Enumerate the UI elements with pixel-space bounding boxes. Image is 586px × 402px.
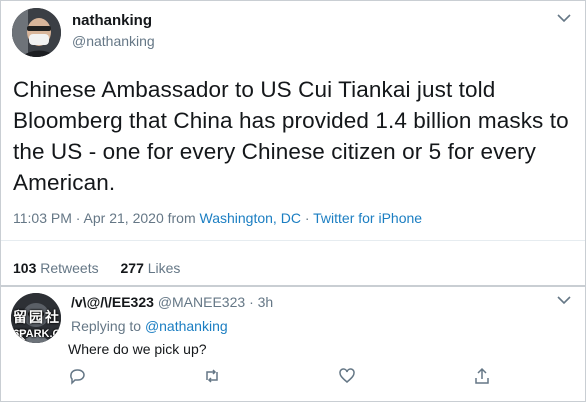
- retweets-count: 103: [13, 260, 37, 276]
- chevron-down-icon[interactable]: [555, 11, 573, 25]
- reply-text: Where do we pick up?: [68, 341, 207, 357]
- reply-tweet[interactable]: 留园社区 6PARK.COM /v\@/\/EE323 @MANEE323 · …: [1, 287, 585, 401]
- retweets-stat[interactable]: 103 Retweets: [13, 260, 99, 276]
- source-link[interactable]: Twitter for iPhone: [313, 210, 422, 226]
- reply-header: /v\@/\/EE323 @MANEE323 · 3h: [71, 294, 273, 310]
- watermark-domain: 6PARK.COM: [13, 328, 61, 340]
- main-tweet: nathanking @nathanking Chinese Ambassado…: [1, 1, 585, 285]
- tweet-text: Chinese Ambassador to US Cui Tiankai jus…: [13, 77, 569, 195]
- tweet-time: 11:03 PM · Apr 21, 2020 from: [13, 210, 196, 226]
- reply-handle[interactable]: @MANEE323: [158, 294, 245, 310]
- screenshot-frame: nathanking @nathanking Chinese Ambassado…: [0, 0, 586, 402]
- meta-dot: ·: [304, 210, 310, 226]
- display-name[interactable]: nathanking: [72, 12, 152, 29]
- retweets-label: Retweets: [40, 260, 99, 276]
- retweet-icon[interactable]: [203, 367, 221, 385]
- avatar[interactable]: [12, 8, 61, 57]
- chevron-down-icon[interactable]: [555, 293, 573, 307]
- like-icon[interactable]: [338, 367, 356, 385]
- location-link[interactable]: Washington, DC: [200, 210, 301, 226]
- tweet-stats: 103 Retweets 277 Likes: [13, 260, 180, 276]
- replying-to: Replying to @nathanking: [71, 318, 228, 334]
- reply-icon[interactable]: [68, 367, 86, 385]
- tweet-meta: 11:03 PM · Apr 21, 2020 from Washington,…: [13, 210, 422, 226]
- likes-label: Likes: [147, 260, 181, 276]
- handle[interactable]: @nathanking: [72, 33, 155, 49]
- replying-prefix: Replying to: [71, 318, 142, 334]
- reply-avatar[interactable]: 留园社区 6PARK.COM: [11, 293, 61, 343]
- reply-actions: [1, 367, 585, 387]
- reply-time[interactable]: · 3h: [249, 294, 273, 310]
- share-icon[interactable]: [473, 367, 491, 385]
- likes-stat[interactable]: 277 Likes: [121, 260, 181, 276]
- likes-count: 277: [120, 260, 144, 276]
- replying-to-link[interactable]: @nathanking: [145, 318, 228, 334]
- divider: [1, 240, 585, 241]
- reply-display-name[interactable]: /v\@/\/EE323: [71, 294, 154, 310]
- avatar-image: [12, 8, 61, 57]
